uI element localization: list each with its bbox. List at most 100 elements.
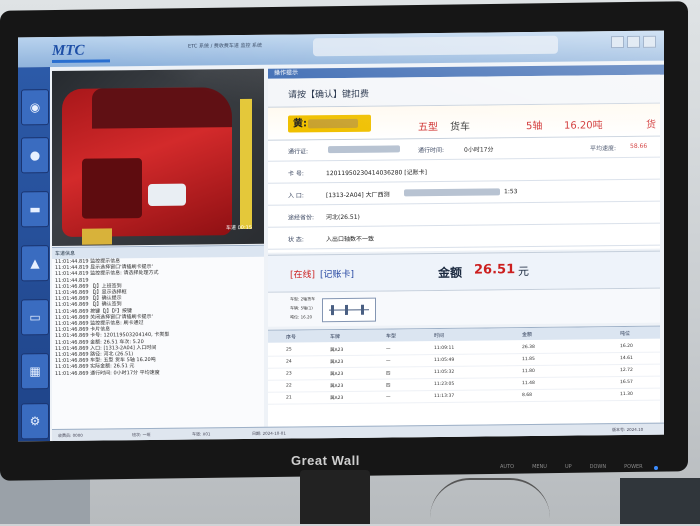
- cell-amount: 11.80: [522, 369, 535, 374]
- vehicle-axles: 5轴: [526, 117, 542, 132]
- cell-class: 一: [386, 358, 391, 364]
- truck-grille: [82, 158, 142, 219]
- cell-weight: 16.57: [620, 380, 633, 385]
- cell-weight: 12.72: [620, 368, 633, 373]
- col-plate: 车牌: [330, 333, 340, 340]
- close-button[interactable]: [643, 36, 656, 48]
- cell-index: 23: [286, 372, 292, 377]
- entry-value: [1313-2A04] 大厂西测: [326, 189, 390, 199]
- desk-device: [620, 478, 700, 524]
- menu-button[interactable]: MENU: [532, 464, 547, 470]
- camera-icon[interactable]: ◉: [21, 89, 49, 125]
- vehicle-extra: 货: [646, 116, 656, 131]
- logo: MTC: [52, 43, 85, 60]
- window-controls: [611, 36, 656, 48]
- monitor-stand: [300, 470, 370, 524]
- pass-label: 通行证:: [288, 146, 308, 155]
- cell-index: 24: [286, 360, 292, 365]
- cell-time: 11:23:05: [434, 382, 454, 387]
- cell-plate: 冀A23: [330, 371, 343, 377]
- entry-time: 1:53: [504, 188, 517, 195]
- power-button[interactable]: POWER: [624, 464, 643, 470]
- row-entry: 入 口: [1313-2A04] 大厂西测 1:53: [268, 181, 660, 206]
- settings-icon[interactable]: ⚙: [21, 403, 49, 439]
- entry-label: 入 口:: [288, 190, 304, 199]
- amount-label: 金额: [438, 264, 462, 281]
- cell-plate: 冀A23: [330, 395, 343, 401]
- log-line: 11:01:46.869 通行时间: 0小时17分 平均速度: [52, 368, 264, 376]
- status-lane: 车道: X01: [192, 431, 210, 437]
- pass-time-label: 通行时间:: [418, 145, 444, 154]
- cell-amount: 8.68: [522, 393, 532, 398]
- cell-amount: 11.85: [522, 357, 535, 362]
- cell-class: 一: [386, 346, 391, 352]
- cell-plate: 冀A23: [330, 359, 343, 365]
- status-value: 入出口轴数不一致: [326, 234, 374, 244]
- axle-diagram: [322, 298, 376, 323]
- cell-time: 11:05:49: [434, 358, 454, 363]
- screen: MTC ETC 系统 / 费收费车道 监控 系统 ◉ ● ▬ ▲ ▭ ▦ ⚙ 车…: [18, 31, 664, 442]
- barrier-icon[interactable]: ▲: [21, 245, 49, 281]
- booth-pillar: [240, 99, 252, 229]
- log-lines: 11:01:44.819 监控提示信息11:01:44.819 显示选择窗口'请…: [52, 257, 264, 377]
- card-icon[interactable]: ▭: [21, 299, 49, 335]
- history-table: 序号 车牌 车型 时间 金额 吨位 25冀A23一11:09:1126.3816…: [268, 326, 660, 439]
- prompt-text: 请按【确认】键扣费: [288, 87, 369, 101]
- card-type: [记账卡]: [320, 267, 354, 280]
- truck-plate: [82, 228, 112, 244]
- col-weight: 吨位: [620, 330, 630, 337]
- pass-time-value: 0小时17分: [464, 144, 493, 153]
- maximize-button[interactable]: [627, 36, 640, 48]
- status-operator: 收费员: 0000: [58, 433, 83, 439]
- auto-button[interactable]: AUTO: [500, 464, 514, 470]
- cell-time: 11:09:11: [434, 346, 454, 351]
- amount-unit: 元: [518, 263, 529, 279]
- cell-class: 一: [386, 394, 391, 400]
- amount-value: 26.51: [474, 262, 515, 277]
- card-label: 卡 号:: [288, 168, 304, 177]
- cell-class: 四: [386, 370, 391, 376]
- truck-image: [62, 87, 232, 237]
- cell-index: 21: [286, 396, 292, 401]
- up-button[interactable]: UP: [565, 464, 572, 470]
- payment-box: [在线] [记账卡] 金额 26.51 元: [268, 251, 660, 293]
- vehicle-class: 五型: [418, 118, 438, 133]
- event-log[interactable]: 车道信息 11:01:44.819 监控提示信息11:01:44.819 显示选…: [52, 245, 264, 440]
- info-grid: 通行证: 通行时间: 0小时17分 平均速度: 58.66 卡 号: 12011…: [268, 137, 660, 253]
- axle-line-2: 车辆: 5轴(1): [290, 305, 313, 311]
- power-led: [654, 466, 658, 470]
- col-amount: 金额: [522, 331, 532, 338]
- left-nav: ◉ ● ▬ ▲ ▭ ▦ ⚙: [18, 67, 50, 441]
- title-bar: MTC ETC 系统 / 费收费车道 监控 系统: [18, 31, 664, 68]
- row-status: 状 态: 入出口轴数不一致: [268, 225, 660, 250]
- route-label: 途经省份:: [288, 212, 314, 221]
- printer-icon[interactable]: ▦: [21, 353, 49, 389]
- status-label: 状 态:: [288, 234, 304, 243]
- vehicle-info: 黄: 五型 货车 5轴 16.20吨 货: [268, 104, 660, 141]
- coin-icon[interactable]: ●: [21, 137, 49, 173]
- cell-plate: 冀A23: [330, 383, 343, 389]
- down-button[interactable]: DOWN: [590, 464, 606, 470]
- vehicle-icon[interactable]: ▬: [21, 191, 49, 227]
- cell-class: 四: [386, 382, 391, 388]
- row-route: 途经省份: 河北(26.51): [268, 203, 660, 228]
- cell-time: 11:05:32: [434, 370, 454, 375]
- cell-index: 25: [286, 348, 292, 353]
- cell-weight: 11.30: [620, 392, 633, 397]
- avg-speed-label: 平均速度:: [590, 143, 616, 152]
- minimize-button[interactable]: [611, 36, 624, 48]
- monitor-brand: Great Wall: [291, 453, 360, 468]
- card-value: 12011950230414036280 [记账卡]: [326, 167, 427, 177]
- camera-timestamp: 车道 00:15: [226, 224, 252, 231]
- vehicle-category: 货车: [450, 118, 470, 133]
- cell-weight: 16.20: [620, 344, 633, 349]
- plate-redacted: [308, 119, 358, 129]
- truck-headlight: [148, 184, 186, 206]
- system-title: ETC 系统 / 费收费车道 监控 系统: [188, 42, 262, 50]
- col-class: 车型: [386, 332, 396, 339]
- status-version: 版本号: 2024.10: [612, 427, 643, 433]
- axle-line-1: 车型: 2轴货车: [290, 296, 315, 302]
- route-value: 河北(26.51): [326, 212, 360, 221]
- avg-speed-value: 58.66: [630, 143, 647, 150]
- pass-redacted: [328, 145, 400, 153]
